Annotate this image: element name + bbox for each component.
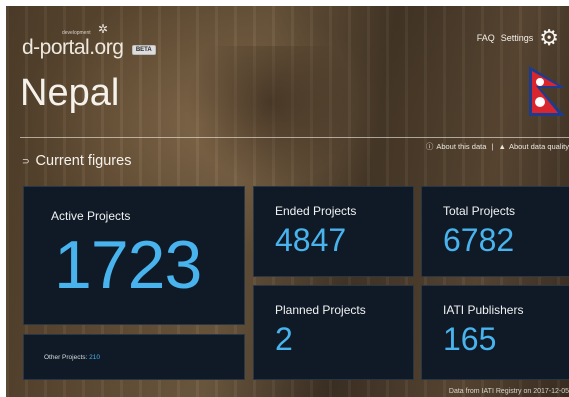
nav-settings-link[interactable]: Settings [501,33,534,43]
total-projects-label: Total Projects [443,204,516,218]
ended-projects-count: 4847 [275,222,347,258]
section-title: Current figures [35,153,132,169]
data-info-links: ⓘ About this data | ▲ About data quality [423,141,569,152]
ended-projects-label: Ended Projects [275,204,357,218]
about-data-link[interactable]: About this data [436,142,486,151]
top-nav: FAQ Settings ⚙ [477,27,559,49]
total-projects-count: 6782 [443,222,515,258]
info-icon: ⓘ [425,142,434,151]
active-projects-card[interactable]: Active Projects 1723 [23,186,245,325]
warning-icon: ▲ [498,142,506,151]
iati-publishers-label: IATI Publishers [443,303,524,317]
header-divider [20,137,569,138]
logo-name: d-portal.org [22,36,124,59]
logo-sparkle-icon: ✲ [98,22,109,36]
background-photo-figure [186,46,356,186]
logo-tagline: development [62,30,91,36]
other-projects-label: Other Projects: [44,354,88,361]
flag-of-nepal [529,66,565,116]
about-data-quality-link[interactable]: About data quality [509,142,569,151]
other-projects-count: 210 [89,354,101,361]
ended-projects-card[interactable]: Ended Projects 4847 [253,186,414,277]
active-projects-count: 1723 [54,227,202,303]
iati-publishers-count: 165 [443,321,497,357]
gear-icon[interactable]: ⚙ [539,27,559,49]
iati-publishers-card[interactable]: IATI Publishers 165 [421,285,569,380]
planned-projects-label: Planned Projects [275,303,366,317]
other-projects-card[interactable]: Other Projects: 210 [23,334,245,380]
beta-badge: BETA [131,44,156,55]
link-separator: | [491,142,494,151]
hero-background: development ✲ d-portal.org BETA FAQ Sett… [6,6,569,397]
country-title: Nepal [20,72,120,114]
planned-projects-card[interactable]: Planned Projects 2 [253,285,414,380]
total-projects-card[interactable]: Total Projects 6782 [421,186,569,277]
toggle-icon: ⊃ [22,155,30,166]
site-logo[interactable]: development ✲ d-portal.org BETA [22,22,156,60]
nav-faq-link[interactable]: FAQ [477,33,495,43]
active-projects-label: Active Projects [51,209,131,223]
data-source-footer: Data from IATI Registry on 2017-12-05 [448,388,569,395]
current-figures-heading[interactable]: ⊃ Current figures [22,153,131,169]
other-projects-text: Other Projects: 210 [44,354,100,361]
planned-projects-count: 2 [275,321,293,357]
